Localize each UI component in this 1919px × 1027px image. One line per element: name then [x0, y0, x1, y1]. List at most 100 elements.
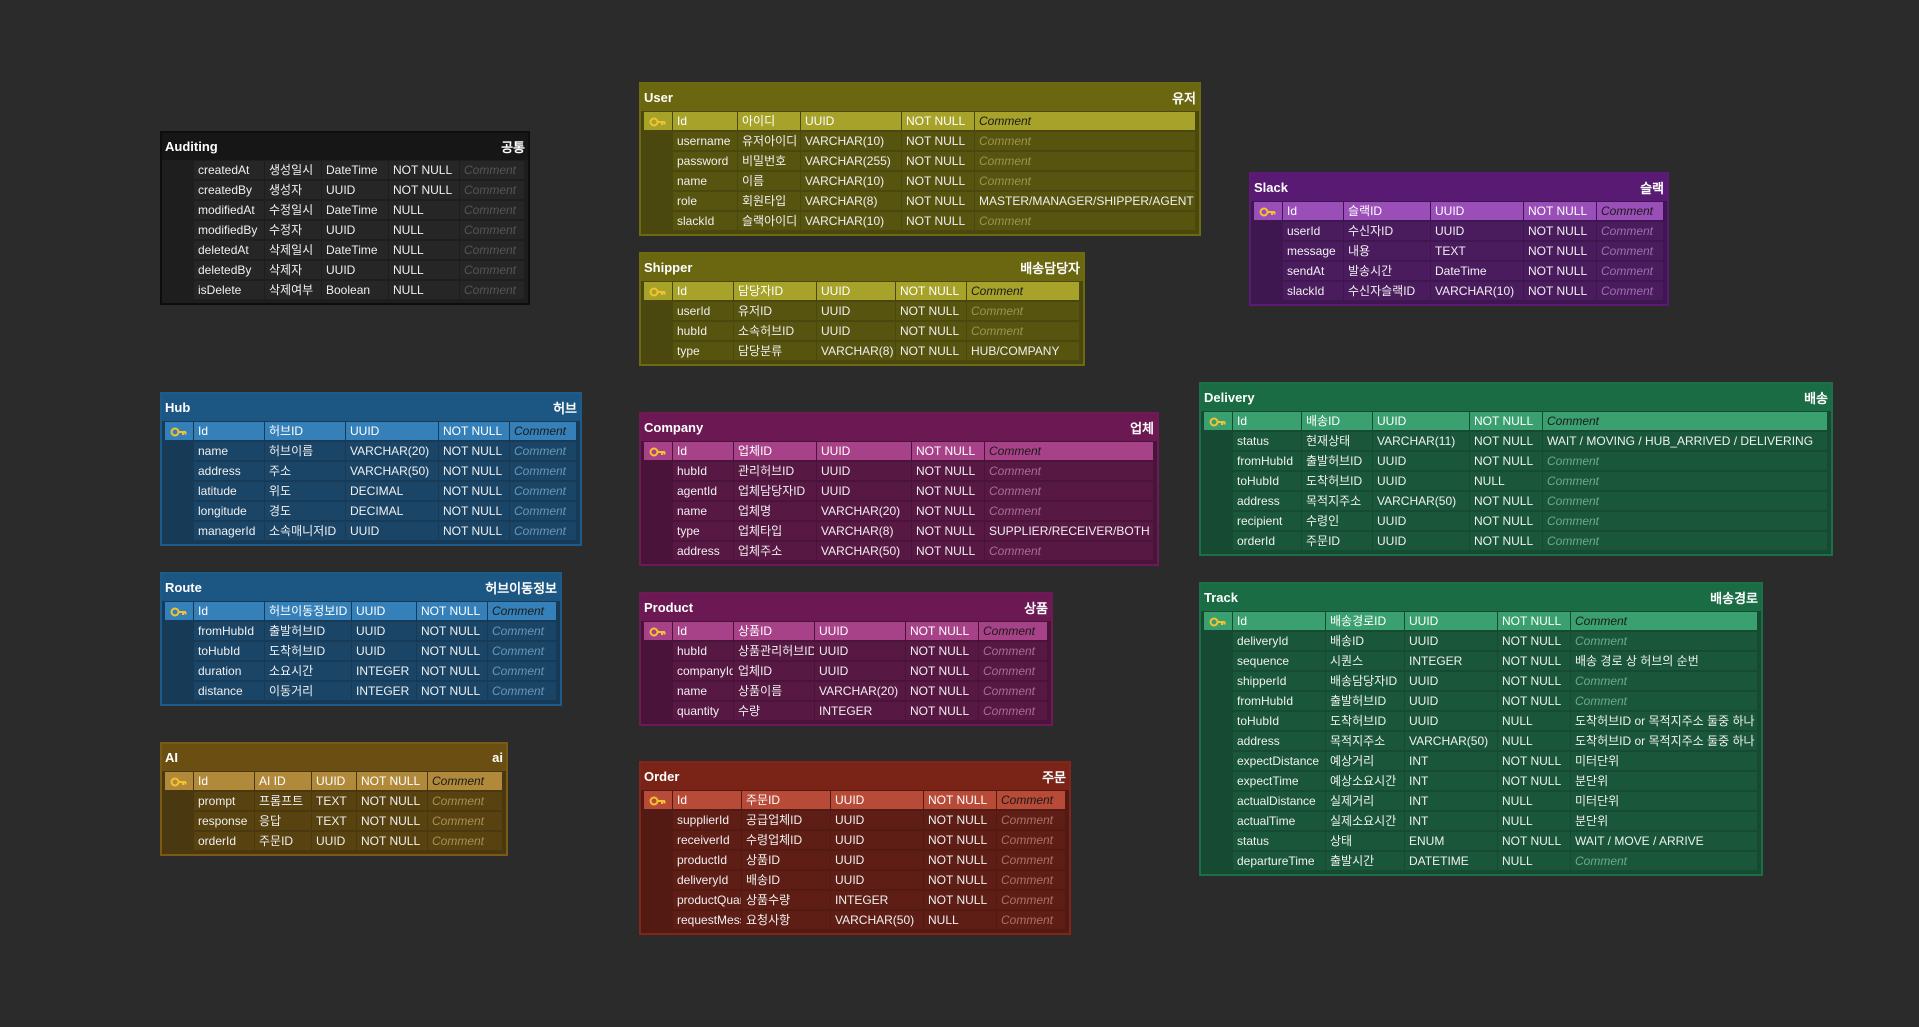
- column-row[interactable]: expectDistance 예상거리 INT NOT NULL 미터단위: [1204, 751, 1758, 771]
- table-header[interactable]: Route 허브이동정보: [162, 574, 560, 601]
- column-row[interactable]: name 허브이름 VARCHAR(20) NOT NULL Comment: [165, 441, 577, 461]
- column-row[interactable]: modifiedBy 수정자 UUID NULL Comment: [165, 220, 525, 240]
- column-row[interactable]: companyId 업체ID UUID NOT NULL Comment: [644, 661, 1048, 681]
- column-row[interactable]: userId 수신자ID UUID NOT NULL Comment: [1254, 221, 1664, 241]
- column-row[interactable]: hubId 소속허브ID UUID NOT NULL Comment: [644, 321, 1080, 341]
- column-row[interactable]: fromHubId 출발허브ID UUID NOT NULL Comment: [1204, 691, 1758, 711]
- primary-key-row[interactable]: Id 허브이동정보ID UUID NOT NULL Comment: [165, 601, 557, 621]
- primary-key-row[interactable]: Id 배송경로ID UUID NOT NULL Comment: [1204, 611, 1758, 631]
- column-row[interactable]: address 업체주소 VARCHAR(50) NOT NULL Comment: [644, 541, 1154, 561]
- column-row[interactable]: deliveryId 배송ID UUID NOT NULL Comment: [1204, 631, 1758, 651]
- primary-key-row[interactable]: Id 허브ID UUID NOT NULL Comment: [165, 421, 577, 441]
- primary-key-row[interactable]: Id 배송ID UUID NOT NULL Comment: [1204, 411, 1828, 431]
- column-row[interactable]: slackId 수신자슬랙ID VARCHAR(10) NOT NULL Comment: [1254, 281, 1664, 301]
- table-header[interactable]: Shipper 배송담당자: [641, 254, 1083, 281]
- column-row[interactable]: agentId 업체담당자ID UUID NOT NULL Comment: [644, 481, 1154, 501]
- column-row[interactable]: createdAt 생성일시 DateTime NOT NULL Comment: [165, 160, 525, 180]
- column-row[interactable]: shipperId 배송담당자ID UUID NOT NULL Comment: [1204, 671, 1758, 691]
- column-row[interactable]: sequence 시퀀스 INTEGER NOT NULL 배송 경로 상 허브의 순번: [1204, 651, 1758, 671]
- column-row[interactable]: expectTime 예상소요시간 INT NOT NULL 분단위: [1204, 771, 1758, 791]
- table-delivery[interactable]: Delivery 배송 Id 배송ID UUID NOT NULL Comment statu…: [1199, 382, 1833, 556]
- column-row[interactable]: productId 상품ID UUID NOT NULL Comment: [644, 850, 1066, 870]
- column-row[interactable]: userId 유저ID UUID NOT NULL Comment: [644, 301, 1080, 321]
- table-track[interactable]: Track 배송경로 Id 배송경로ID UUID NOT NULL Comment deli…: [1199, 582, 1763, 876]
- table-product[interactable]: Product 상품 Id 상품ID UUID NOT NULL Comment hubId 상…: [639, 592, 1053, 726]
- primary-key-row[interactable]: Id 슬랙ID UUID NOT NULL Comment: [1254, 201, 1664, 221]
- table-header[interactable]: Order 주문: [641, 763, 1069, 790]
- table-order[interactable]: Order 주문 Id 주문ID UUID NOT NULL Comment supplier…: [639, 761, 1071, 935]
- column-row[interactable]: latitude 위도 DECIMAL NOT NULL Comment: [165, 481, 577, 501]
- table-header[interactable]: Delivery 배송: [1201, 384, 1831, 411]
- column-row[interactable]: longitude 경도 DECIMAL NOT NULL Comment: [165, 501, 577, 521]
- column-row[interactable]: toHubId 도착허브ID UUID NULL Comment: [1204, 471, 1828, 491]
- column-row[interactable]: deletedBy 삭제자 UUID NULL Comment: [165, 260, 525, 280]
- column-row[interactable]: toHubId 도착허브ID UUID NULL 도착허브ID or 목적지주소 둘중 …: [1204, 711, 1758, 731]
- column-row[interactable]: quantity 수량 INTEGER NOT NULL Comment: [644, 701, 1048, 721]
- column-row[interactable]: message 내용 TEXT NOT NULL Comment: [1254, 241, 1664, 261]
- column-row[interactable]: hubId 관리허브ID UUID NOT NULL Comment: [644, 461, 1154, 481]
- column-row[interactable]: duration 소요시간 INTEGER NOT NULL Comment: [165, 661, 557, 681]
- column-row[interactable]: managerId 소속매니저ID UUID NOT NULL Comment: [165, 521, 577, 541]
- column-row[interactable]: departureTime 출발시간 DATETIME NULL Comment: [1204, 851, 1758, 871]
- column-row[interactable]: address 목적지주소 VARCHAR(50) NULL 도착허브ID or 목적지…: [1204, 731, 1758, 751]
- table-header[interactable]: Auditing 공통: [162, 133, 528, 160]
- table-company[interactable]: Company 업체 Id 업체ID UUID NOT NULL Comment hubId 관…: [639, 412, 1159, 566]
- column-row[interactable]: type 담당분류 VARCHAR(8) NOT NULL HUB/COMPANY: [644, 341, 1080, 361]
- column-label: 출발허브ID: [1302, 452, 1372, 470]
- column-row[interactable]: hubId 상품관리허브ID UUID NOT NULL Comment: [644, 641, 1048, 661]
- primary-key-row[interactable]: Id 주문ID UUID NOT NULL Comment: [644, 790, 1066, 810]
- column-row[interactable]: requestMessage요청사항VARCHAR(50)NULLComment: [644, 910, 1066, 930]
- column-row[interactable]: deletedAt 삭제일시 DateTime NULL Comment: [165, 240, 525, 260]
- column-row[interactable]: address 주소 VARCHAR(50) NOT NULL Comment: [165, 461, 577, 481]
- table-ai[interactable]: AI ai Id AI ID UUID NOT NULL Comment prompt 프롬프트…: [160, 742, 508, 856]
- column-row[interactable]: actualTime 실제소요시간 INT NULL 분단위: [1204, 811, 1758, 831]
- table-header[interactable]: Company 업체: [641, 414, 1157, 441]
- column-row[interactable]: fromHubId 출발허브ID UUID NOT NULL Comment: [1204, 451, 1828, 471]
- column-row[interactable]: recipient 수령인 UUID NOT NULL Comment: [1204, 511, 1828, 531]
- primary-key-row[interactable]: Id AI ID UUID NOT NULL Comment: [165, 771, 503, 791]
- column-row[interactable]: name 상품이름 VARCHAR(20) NOT NULL Comment: [644, 681, 1048, 701]
- primary-key-row[interactable]: Id 아이디 UUID NOT NULL Comment: [644, 111, 1196, 131]
- column-row[interactable]: username 유저아이디 VARCHAR(10) NOT NULL Comment: [644, 131, 1196, 151]
- column-row[interactable]: password 비밀번호 VARCHAR(255) NOT NULL Comment: [644, 151, 1196, 171]
- table-header[interactable]: Hub 허브: [162, 394, 580, 421]
- column-row[interactable]: modifiedAt 수정일시 DateTime NULL Comment: [165, 200, 525, 220]
- column-row[interactable]: slackId 슬랙아이디 VARCHAR(10) NOT NULL Comment: [644, 211, 1196, 231]
- column-row[interactable]: sendAt 발송시간 DateTime NOT NULL Comment: [1254, 261, 1664, 281]
- column-row[interactable]: isDelete 삭제여부 Boolean NULL Comment: [165, 280, 525, 300]
- column-row[interactable]: address 목적지주소 VARCHAR(50) NOT NULL Comment: [1204, 491, 1828, 511]
- column-row[interactable]: productQuantity상품수량INTEGERNOT NULLCommen…: [644, 890, 1066, 910]
- column-row[interactable]: role 회원타입 VARCHAR(8) NOT NULL MASTER/MANAGER…: [644, 191, 1196, 211]
- table-header[interactable]: User 유저: [641, 84, 1199, 111]
- table-shipper[interactable]: Shipper 배송담당자 Id 담당자ID UUID NOT NULL Comment us…: [639, 252, 1085, 366]
- column-row[interactable]: toHubId 도착허브ID UUID NOT NULL Comment: [165, 641, 557, 661]
- table-header[interactable]: AI ai: [162, 744, 506, 771]
- column-row[interactable]: type 업체타입 VARCHAR(8) NOT NULL SUPPLIER/RECEI…: [644, 521, 1154, 541]
- table-user[interactable]: User 유저 Id 아이디 UUID NOT NULL Comment username 유저…: [639, 82, 1201, 236]
- table-hub[interactable]: Hub 허브 Id 허브ID UUID NOT NULL Comment name 허브이름 VA…: [160, 392, 582, 546]
- column-row[interactable]: deliveryId 배송ID UUID NOT NULL Comment: [644, 870, 1066, 890]
- column-row[interactable]: receiverId 수령업체ID UUID NOT NULL Comment: [644, 830, 1066, 850]
- table-header[interactable]: Slack 슬랙: [1251, 174, 1667, 201]
- column-row[interactable]: prompt 프롬프트 TEXT NOT NULL Comment: [165, 791, 503, 811]
- table-auditing[interactable]: Auditing 공통 createdAt 생성일시 DateTime NOT NULL C…: [160, 131, 530, 305]
- column-row[interactable]: createdBy 생성자 UUID NOT NULL Comment: [165, 180, 525, 200]
- table-route[interactable]: Route 허브이동정보 Id 허브이동정보ID UUID NOT NULL Comment…: [160, 572, 562, 706]
- column-row[interactable]: distance 이동거리 INTEGER NOT NULL Comment: [165, 681, 557, 701]
- column-row[interactable]: name 업체명 VARCHAR(20) NOT NULL Comment: [644, 501, 1154, 521]
- table-header[interactable]: Product 상품: [641, 594, 1051, 621]
- column-row[interactable]: orderId 주문ID UUID NOT NULL Comment: [1204, 531, 1828, 551]
- table-header[interactable]: Track 배송경로: [1201, 584, 1761, 611]
- column-row[interactable]: actualDistance 실제거리 INT NULL 미터단위: [1204, 791, 1758, 811]
- column-row[interactable]: response 응답 TEXT NOT NULL Comment: [165, 811, 503, 831]
- primary-key-row[interactable]: Id 상품ID UUID NOT NULL Comment: [644, 621, 1048, 641]
- table-slack[interactable]: Slack 슬랙 Id 슬랙ID UUID NOT NULL Comment userId 수신…: [1249, 172, 1669, 306]
- column-row[interactable]: status 현재상태 VARCHAR(11) NOT NULL WAIT / MOVI…: [1204, 431, 1828, 451]
- column-row[interactable]: supplierId 공급업체ID UUID NOT NULL Comment: [644, 810, 1066, 830]
- primary-key-row[interactable]: Id 업체ID UUID NOT NULL Comment: [644, 441, 1154, 461]
- primary-key-row[interactable]: Id 담당자ID UUID NOT NULL Comment: [644, 281, 1080, 301]
- column-row[interactable]: status 상태 ENUM NOT NULL WAIT / MOVE / ARRIVE: [1204, 831, 1758, 851]
- column-row[interactable]: name 이름 VARCHAR(10) NOT NULL Comment: [644, 171, 1196, 191]
- column-row[interactable]: orderId 주문ID UUID NOT NULL Comment: [165, 831, 503, 851]
- column-row[interactable]: fromHubId 출발허브ID UUID NOT NULL Comment: [165, 621, 557, 641]
